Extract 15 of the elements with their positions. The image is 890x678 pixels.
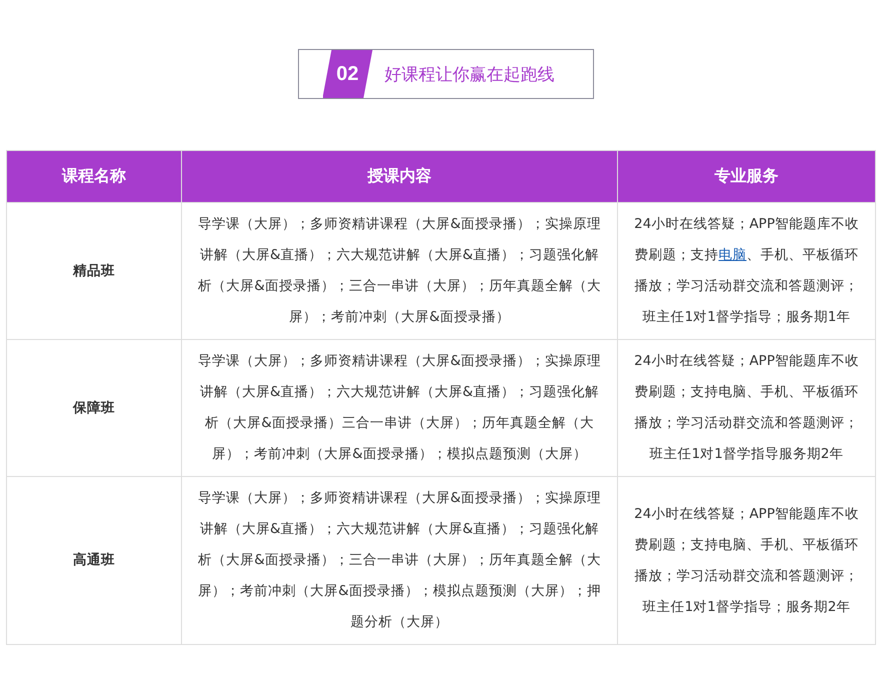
course-content-cell: 导学课（大屏）；多师资精讲课程（大屏&面授录播）；实操原理讲解（大屏&直播）；六大规范讲解（大屏&直播）；习题强化解析（大屏&面授录播）；三合一串讲（大屏）；历年真题全解（大屏）；考前冲刺（大屏&面授录播）；模拟点题预测（大屏）；押题分析（大屏） (182, 476, 618, 644)
column-header: 课程名称 (6, 150, 182, 202)
service-cell: 24小时在线答疑；APP智能题库不收费刷题；支持电脑、手机、平板循环播放；学习活动群交流和答题测评；班主任1对1督学指导；服务期1年 (618, 202, 876, 340)
course-name-cell: 保障班 (6, 340, 182, 476)
course-content-cell: 导学课（大屏）；多师资精讲课程（大屏&面授录播）；实操原理讲解（大屏&直播）；六大规范讲解（大屏&直播）；习题强化解析（大屏&面授录播）；三合一串讲（大屏）；历年真题全解（大屏）；考前冲刺（大屏&面授录播） (182, 202, 618, 340)
section-title: 好课程让你赢在起跑线 (384, 64, 554, 86)
column-header: 授课内容 (182, 150, 618, 202)
service-cell: 24小时在线答疑；APP智能题库不收费刷题；支持电脑、手机、平板循环播放；学习活动群交流和答题测评；班主任1对1督学指导服务期2年 (618, 340, 876, 476)
link[interactable]: 电脑 (718, 247, 746, 263)
course-name-cell: 高通班 (6, 476, 182, 644)
course-content-cell: 导学课（大屏）；多师资精讲课程（大屏&面授录播）；实操原理讲解（大屏&直播）；六大规范讲解（大屏&直播）；习题强化解析（大屏&面授录播）三合一串讲（大屏）；历年真题全解（大屏）；考前冲刺（大屏&面授录播）；模拟点题预测（大屏） (182, 340, 618, 476)
section-number-badge: 02 (322, 50, 372, 98)
course-name-cell: 精品班 (6, 202, 182, 340)
column-header: 专业服务 (618, 150, 876, 202)
service-cell: 24小时在线答疑；APP智能题库不收费刷题；支持电脑、手机、平板循环播放；学习活动群交流和答题测评；班主任1对1督学指导；服务期2年 (618, 476, 876, 644)
